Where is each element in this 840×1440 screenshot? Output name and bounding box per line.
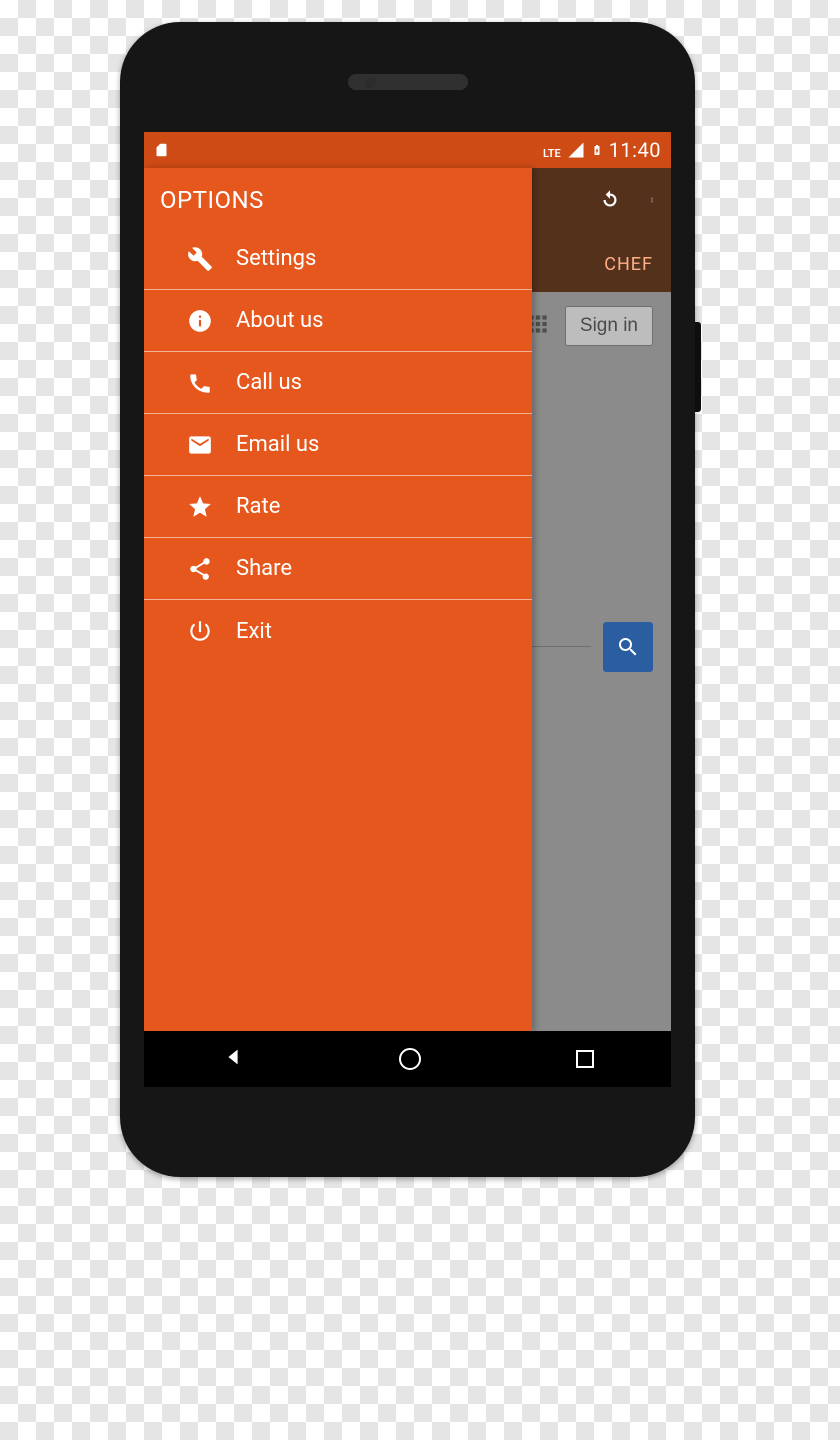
phone-frame: LTE 11:40 CHEF [120,22,695,1177]
menu-item-label: Exit [226,619,272,644]
sdcard-icon [154,141,169,159]
info-icon [174,308,226,334]
android-nav-bar [144,1031,671,1087]
recents-button[interactable] [576,1050,594,1068]
battery-charging-icon [591,140,603,160]
screen: LTE 11:40 CHEF [144,132,671,1087]
menu-item-exit[interactable]: Exit [144,600,532,662]
menu-item-label: Rate [226,494,280,519]
wrench-icon [174,246,226,272]
phone-power-button [695,322,701,412]
menu-item-label: Settings [226,246,316,271]
menu-item-share[interactable]: Share [144,538,532,600]
menu-item-settings[interactable]: Settings [144,228,532,290]
share-icon [174,556,226,582]
menu-item-label: Email us [226,432,319,457]
home-button[interactable] [399,1048,421,1070]
search-button[interactable] [603,622,653,672]
menu-item-email[interactable]: Email us [144,414,532,476]
tab-chef[interactable]: CHEF [604,254,653,275]
sign-in-button[interactable]: Sign in [565,306,653,346]
network-lte-label: LTE [543,138,561,162]
status-clock: 11:40 [609,138,661,162]
signal-icon [567,141,585,159]
phone-camera [365,77,376,88]
menu-item-about[interactable]: About us [144,290,532,352]
email-icon [174,432,226,458]
phone-icon [174,370,226,396]
overflow-menu-icon[interactable] [649,188,655,216]
menu-item-rate[interactable]: Rate [144,476,532,538]
refresh-icon[interactable] [597,187,623,217]
menu-item-label: Share [226,556,292,581]
menu-item-call[interactable]: Call us [144,352,532,414]
menu-item-label: About us [226,308,324,333]
back-button[interactable] [222,1046,244,1072]
nav-drawer: OPTIONS Settings About us Call us [144,168,532,1031]
power-icon [174,618,226,644]
menu-item-label: Call us [226,370,302,395]
drawer-title: OPTIONS [144,176,532,228]
status-bar: LTE 11:40 [144,132,671,168]
star-icon [174,494,226,520]
